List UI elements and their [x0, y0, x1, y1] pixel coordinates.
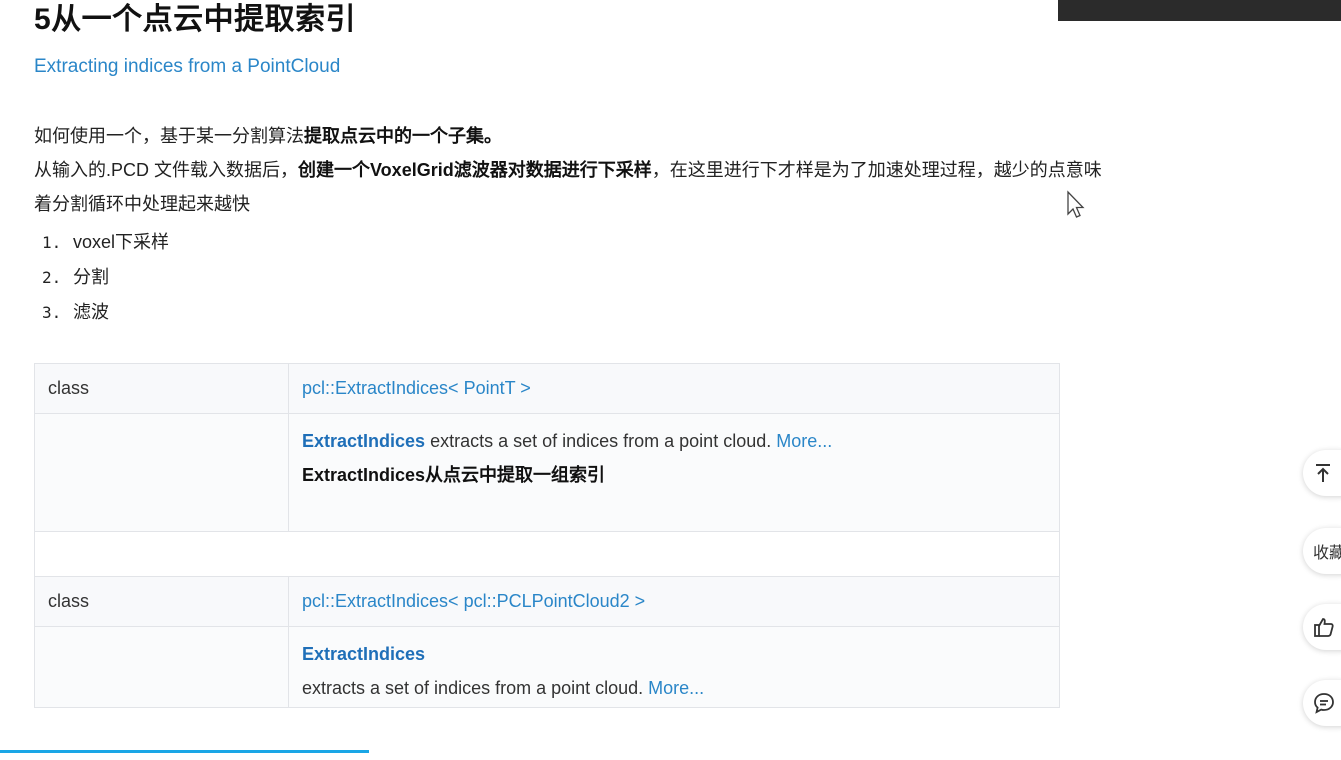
class-description-cell: ExtractIndices extracts a set of indices… — [288, 413, 1060, 532]
collect-label: 收藏 — [1313, 545, 1341, 562]
class-signature-link[interactable]: pcl::ExtractIndices< PointT > — [302, 378, 531, 398]
class-kind-cell: class — [34, 576, 289, 627]
paragraph-1-text: 如何使用一个，基于某一分割算法 — [34, 126, 304, 146]
step-list: 1. voxel下采样 2. 分割 3. 滤波 — [42, 225, 169, 330]
page-title: 5从一个点云中提取索引 — [34, 3, 357, 36]
class-signature-cell: pcl::ExtractIndices< PointT > — [288, 363, 1060, 414]
table-row: ExtractIndices extracts a set of indices… — [34, 413, 1060, 532]
arrow-to-top-icon — [1316, 464, 1330, 482]
thumbs-up-icon — [1314, 618, 1334, 637]
list-number: 2. — [42, 268, 62, 287]
paragraph-2-text-b: ，在这里进行下才样是为了加速处理过程，越少的点意味 — [651, 160, 1102, 180]
table-row: class pcl::ExtractIndices< pcl::PCLPoint… — [34, 576, 1060, 627]
list-text: 分割 — [73, 267, 109, 287]
list-item: 2. 分割 — [42, 260, 169, 295]
empty-cell — [34, 413, 289, 532]
class-description-zh: ExtractIndices从点云中提取一组索引 — [302, 465, 606, 485]
comment-icon — [1314, 693, 1334, 714]
empty-cell — [34, 626, 289, 708]
class-keyword: class — [48, 378, 90, 398]
table-row: ExtractIndices extracts a set of indices… — [34, 626, 1060, 708]
like-button[interactable] — [1303, 604, 1341, 650]
class-keyword: class — [48, 591, 90, 611]
back-to-top-button[interactable] — [1303, 450, 1341, 496]
comment-button[interactable] — [1303, 680, 1341, 726]
list-number: 3. — [42, 303, 62, 322]
collect-button[interactable]: 收藏 — [1303, 528, 1341, 574]
top-dark-bar — [1058, 0, 1341, 21]
table-spacer-row — [34, 531, 1060, 577]
class-name-link[interactable]: ExtractIndices — [302, 431, 425, 451]
class-name-link[interactable]: ExtractIndices — [302, 644, 425, 664]
paragraph-2-text-a: 从输入的.PCD 文件载入数据后， — [34, 160, 299, 180]
more-link[interactable]: More... — [776, 431, 832, 451]
class-description: extracts a set of indices from a point c… — [425, 431, 777, 451]
paragraph-1-bold: 提取点云中的一个子集。 — [304, 126, 502, 146]
class-signature-cell: pcl::ExtractIndices< pcl::PCLPointCloud2… — [288, 576, 1060, 627]
mouse-cursor-icon — [1067, 190, 1085, 218]
list-item: 3. 滤波 — [42, 295, 169, 330]
list-text: 滤波 — [73, 302, 109, 322]
paragraph-3: 着分割循环中处理起来越快 — [34, 194, 250, 214]
class-description-cell: ExtractIndices extracts a set of indices… — [288, 626, 1060, 708]
class-description: extracts a set of indices from a point c… — [302, 678, 649, 698]
list-number: 1. — [42, 233, 62, 252]
list-text: voxel下采样 — [73, 232, 170, 252]
class-reference-table: class pcl::ExtractIndices< PointT > Extr… — [34, 363, 1060, 708]
more-link[interactable]: More... — [648, 678, 704, 698]
class-signature-link[interactable]: pcl::ExtractIndices< pcl::PCLPointCloud2… — [302, 591, 645, 611]
reading-progress-bar — [0, 750, 369, 753]
table-row: class pcl::ExtractIndices< PointT > — [34, 363, 1060, 414]
subtitle-link[interactable]: Extracting indices from a PointCloud — [34, 54, 340, 80]
spacer-cell — [34, 531, 1060, 577]
list-item: 1. voxel下采样 — [42, 225, 169, 260]
paragraph-2-bold: 创建一个VoxelGrid滤波器对数据进行下采样 — [298, 160, 652, 180]
paragraph-2: 从输入的.PCD 文件载入数据后，创建一个VoxelGrid滤波器对数据进行下采… — [34, 157, 1284, 183]
class-kind-cell: class — [34, 363, 289, 414]
paragraph-1: 如何使用一个，基于某一分割算法提取点云中的一个子集。 — [34, 123, 502, 149]
